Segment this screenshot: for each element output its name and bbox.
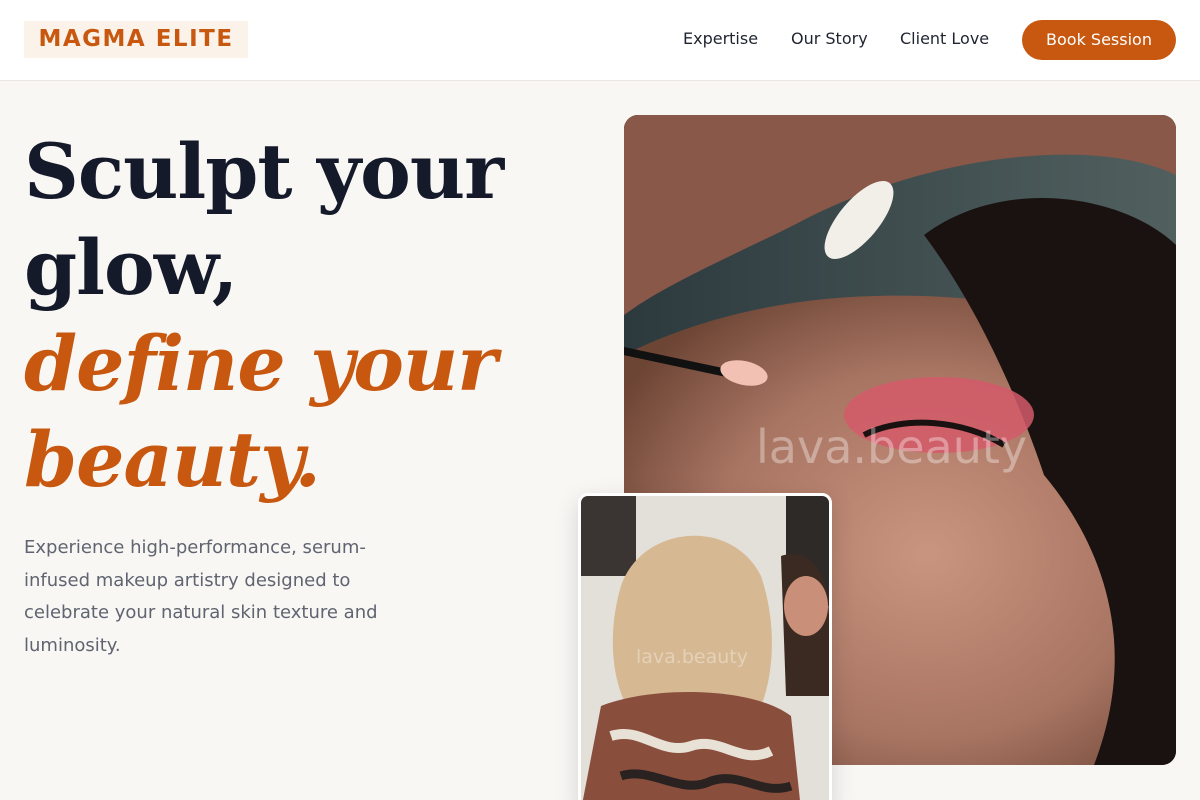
headline-line-2: glow, bbox=[24, 223, 238, 312]
nav-link-client-love[interactable]: Client Love bbox=[900, 28, 989, 50]
hero-description: Experience high-performance, serum-infus… bbox=[24, 537, 378, 656]
book-session-button[interactable]: Book Session bbox=[1022, 20, 1176, 60]
headline-line-1: Sculpt your bbox=[24, 127, 504, 216]
nav-link-expertise[interactable]: Expertise bbox=[683, 28, 758, 50]
nav-link-our-story[interactable]: Our Story bbox=[791, 28, 868, 50]
headline-accent-line-1: define your bbox=[24, 319, 497, 408]
main-photo-watermark: lava.beauty bbox=[756, 420, 1028, 474]
hero-headline: Sculpt your glow, define your beauty. bbox=[24, 124, 544, 508]
headline-accent-line-2: beauty. bbox=[24, 415, 321, 504]
hero-inset-photo: lava.beauty bbox=[578, 493, 832, 800]
inset-photo-watermark: lava.beauty bbox=[636, 646, 748, 668]
site-header: MAGMA ELITE Expertise Our Story Client L… bbox=[0, 0, 1200, 81]
brand-logo[interactable]: MAGMA ELITE bbox=[24, 21, 248, 58]
